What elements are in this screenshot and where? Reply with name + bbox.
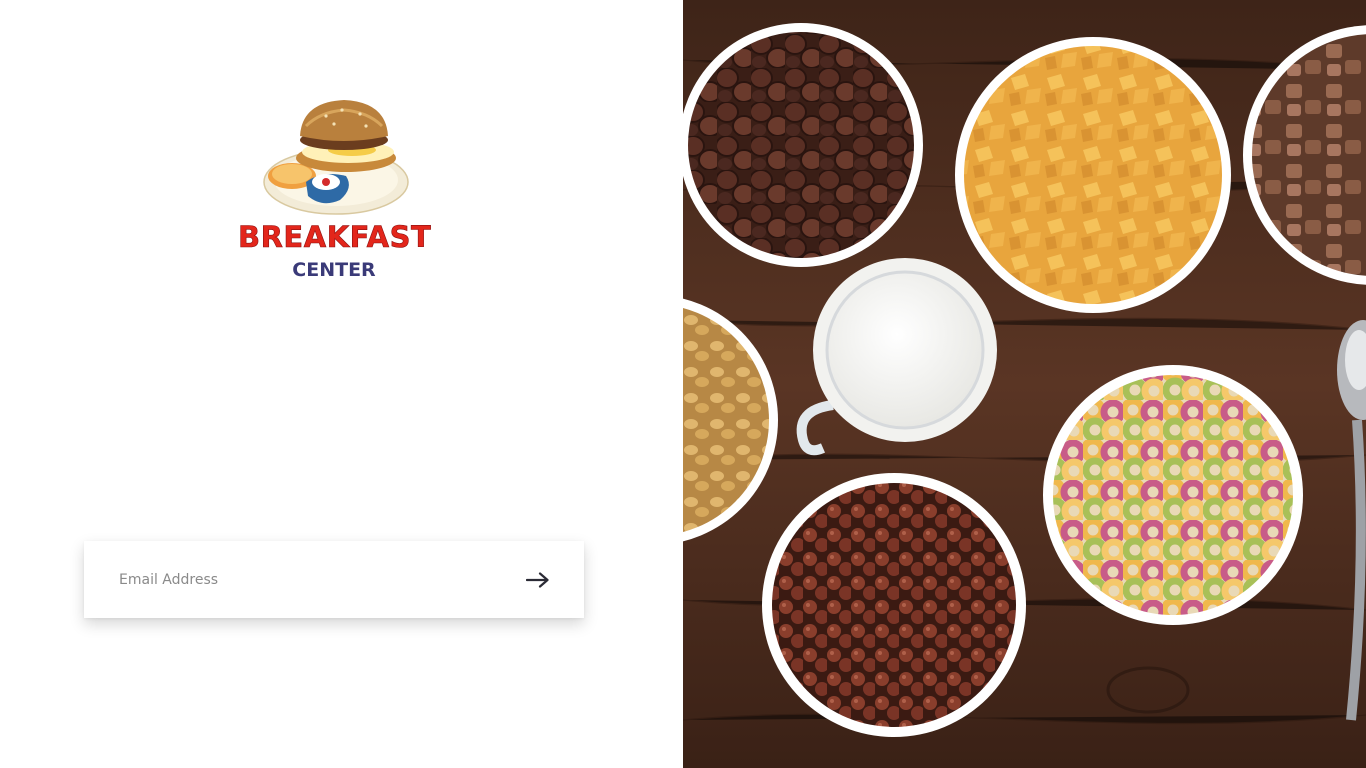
email-input[interactable] xyxy=(119,541,509,618)
breakfast-plate-icon xyxy=(263,100,409,215)
hero-panel xyxy=(683,0,1366,768)
login-panel: BREAKFAST CENTER xyxy=(0,0,683,768)
submit-button[interactable] xyxy=(520,562,556,598)
brand-subtitle: CENTER xyxy=(292,259,376,281)
login-page: BREAKFAST CENTER xyxy=(0,0,1366,768)
cereal-bowls-photo xyxy=(683,0,1366,768)
email-form xyxy=(84,541,584,618)
arrow-right-icon xyxy=(526,572,549,588)
brand-logo: BREAKFAST CENTER xyxy=(238,96,432,288)
brand-name: BREAKFAST xyxy=(238,220,432,255)
